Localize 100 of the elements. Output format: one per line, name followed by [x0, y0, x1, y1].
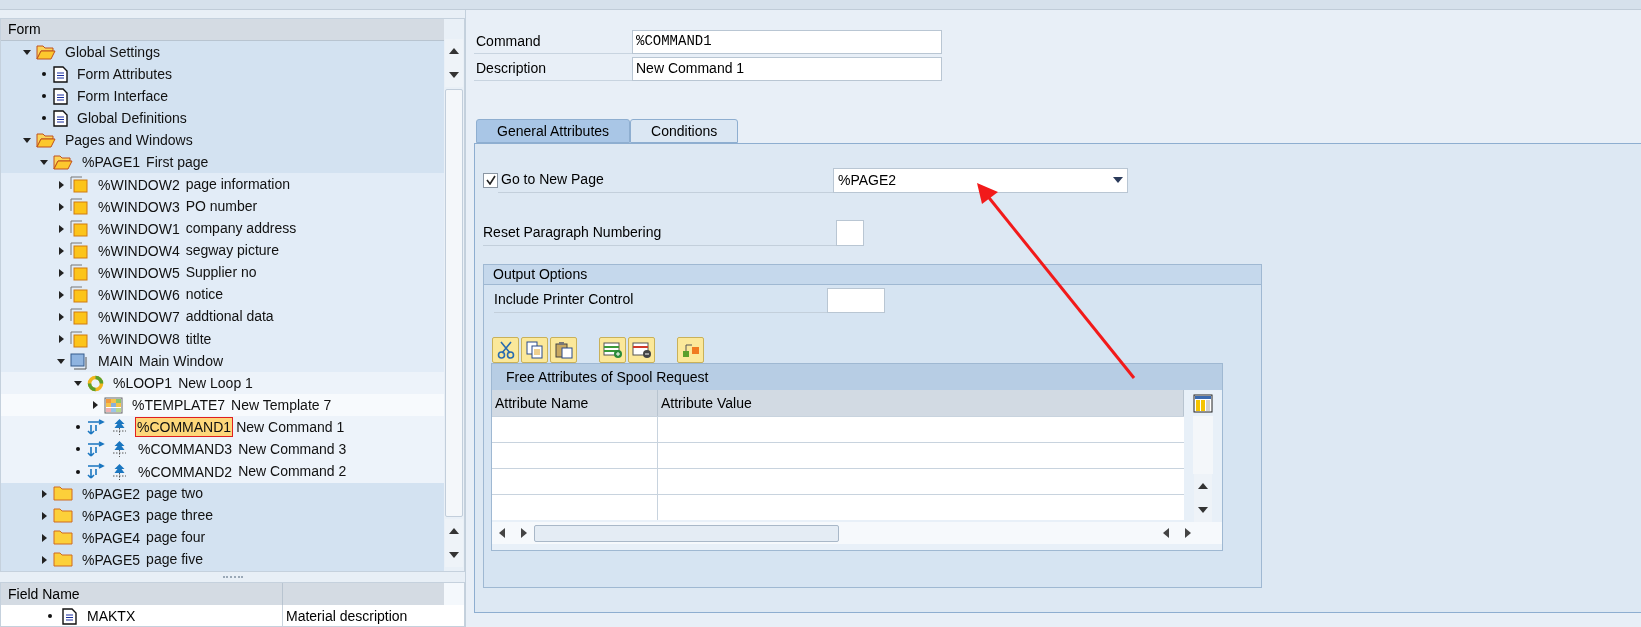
scroll-up-button[interactable]	[1194, 474, 1212, 498]
collapse-arrow-icon[interactable]	[23, 136, 31, 145]
node-description: addtional data	[185, 307, 274, 327]
expand-arrow-icon[interactable]	[40, 489, 48, 498]
column-header[interactable]: Field Name	[1, 583, 283, 605]
tree-item[interactable]: Global Settings	[1, 41, 444, 64]
tab[interactable]: General Attributes	[476, 119, 631, 143]
jump-arrow-icon	[87, 440, 106, 458]
checkbox[interactable]	[836, 220, 864, 246]
text-field[interactable]: New Command 1	[632, 56, 942, 81]
tree-item[interactable]: %COMMAND3 New Command 3	[1, 438, 444, 461]
scroll-thumb[interactable]	[534, 524, 839, 542]
open-folder-icon	[36, 44, 56, 60]
field-label: Include Printer Control	[494, 287, 827, 313]
tree-item[interactable]: %PAGE5 page five	[1, 548, 444, 571]
checkbox[interactable]	[483, 172, 498, 188]
collapse-arrow-icon[interactable]	[74, 379, 82, 388]
node-tree-icon	[110, 462, 129, 481]
up-arrow-icon	[449, 528, 459, 534]
table-title: Free Attributes of Spool Request	[492, 364, 1222, 390]
expand-arrow-icon[interactable]	[57, 312, 65, 321]
collapse-arrow-icon[interactable]	[57, 357, 65, 366]
tree-item[interactable]: %PAGE3 page three	[1, 504, 444, 527]
delete-row-icon	[631, 340, 652, 359]
hierarchy-button[interactable]	[677, 336, 704, 363]
paste-icon	[554, 340, 573, 359]
tree-item[interactable]: Form Attributes	[1, 63, 444, 86]
down-arrow-icon	[449, 72, 459, 78]
scroll-up-button[interactable]	[445, 39, 463, 63]
tree-item[interactable]: Pages and Windows	[1, 129, 444, 152]
copy-icon	[525, 340, 544, 359]
node-description: page two	[146, 484, 203, 504]
node-id: %PAGE3	[81, 506, 142, 526]
column-layout-icon[interactable]	[1193, 394, 1213, 413]
node-id: %PAGE2	[81, 484, 142, 504]
node-id: %WINDOW3	[97, 197, 181, 217]
tree-item[interactable]: %PAGE1 First page	[1, 151, 444, 174]
page-dropdown[interactable]: %PAGE2	[833, 167, 1128, 193]
node-id: %WINDOW2	[97, 175, 181, 195]
node-description: notice	[185, 285, 224, 305]
bullet-icon	[42, 94, 46, 99]
tree-item[interactable]: %COMMAND2 New Command 2	[1, 460, 444, 483]
scroll-down-button[interactable]	[445, 63, 463, 87]
loop-icon	[87, 374, 104, 392]
insert-row-button[interactable]	[599, 336, 626, 363]
paste-button[interactable]	[550, 336, 577, 363]
expand-arrow-icon[interactable]	[57, 335, 65, 344]
node-id: %WINDOW8	[97, 330, 181, 350]
window-icon	[70, 220, 89, 238]
node-id: %COMMAND3	[137, 440, 234, 460]
scroll-down-button[interactable]	[445, 543, 463, 567]
tree-item[interactable]: %TEMPLATE7 New Template 7	[1, 394, 444, 417]
node-id: Form Attributes	[76, 65, 173, 85]
node-description: page four	[146, 528, 206, 548]
expand-arrow-icon[interactable]	[40, 555, 48, 564]
tree-item[interactable]: %PAGE4 page four	[1, 526, 444, 549]
document-icon	[53, 87, 68, 105]
expand-arrow-icon[interactable]	[40, 533, 48, 542]
bullet-icon	[76, 447, 80, 452]
scroll-down-button[interactable]	[1194, 498, 1212, 522]
expand-arrow-icon[interactable]	[57, 290, 65, 299]
tree-item[interactable]: %COMMAND1 New Command 1	[1, 416, 444, 439]
tree-item[interactable]: Global Definitions	[1, 107, 444, 130]
expand-arrow-icon[interactable]	[57, 202, 65, 211]
expand-arrow-icon[interactable]	[57, 224, 65, 233]
expand-arrow-icon[interactable]	[91, 401, 99, 410]
cut-button[interactable]	[492, 336, 519, 363]
copy-button[interactable]	[521, 336, 548, 363]
folder-icon	[53, 486, 73, 502]
collapse-arrow-icon[interactable]	[40, 158, 48, 167]
expand-arrow-icon[interactable]	[57, 180, 65, 189]
text-field[interactable]: %COMMAND1	[632, 29, 942, 54]
dropdown-caret-icon	[1113, 177, 1123, 183]
expand-arrow-icon[interactable]	[57, 246, 65, 255]
tree-item[interactable]: %PAGE2 page two	[1, 482, 444, 505]
folder-icon	[53, 552, 73, 568]
text-field[interactable]	[827, 287, 885, 313]
expand-arrow-icon[interactable]	[40, 511, 48, 520]
document-icon	[53, 109, 68, 127]
node-id: %WINDOW5	[97, 263, 181, 283]
open-folder-icon	[53, 154, 73, 170]
bullet-icon	[48, 614, 52, 618]
window-icon	[70, 176, 89, 193]
bullet-icon	[76, 425, 80, 430]
tree-item[interactable]: Form Interface	[1, 85, 444, 108]
jump-arrow-icon	[87, 463, 106, 480]
node-id: %WINDOW6	[97, 285, 181, 305]
node-description: page five	[146, 550, 203, 570]
bullet-icon	[42, 116, 46, 121]
scroll-up-button[interactable]	[445, 519, 463, 543]
down-arrow-icon	[1198, 507, 1208, 513]
bullet-icon	[76, 469, 80, 474]
delete-row-button[interactable]	[628, 336, 655, 363]
expand-arrow-icon[interactable]	[57, 268, 65, 277]
collapse-arrow-icon[interactable]	[23, 48, 31, 57]
tab[interactable]: Conditions	[630, 119, 739, 143]
tree-item[interactable]: %LOOP1 New Loop 1	[1, 372, 444, 395]
node-description: Supplier no	[185, 263, 257, 283]
open-folder-icon	[36, 132, 56, 148]
node-id: Form Interface	[76, 87, 170, 107]
